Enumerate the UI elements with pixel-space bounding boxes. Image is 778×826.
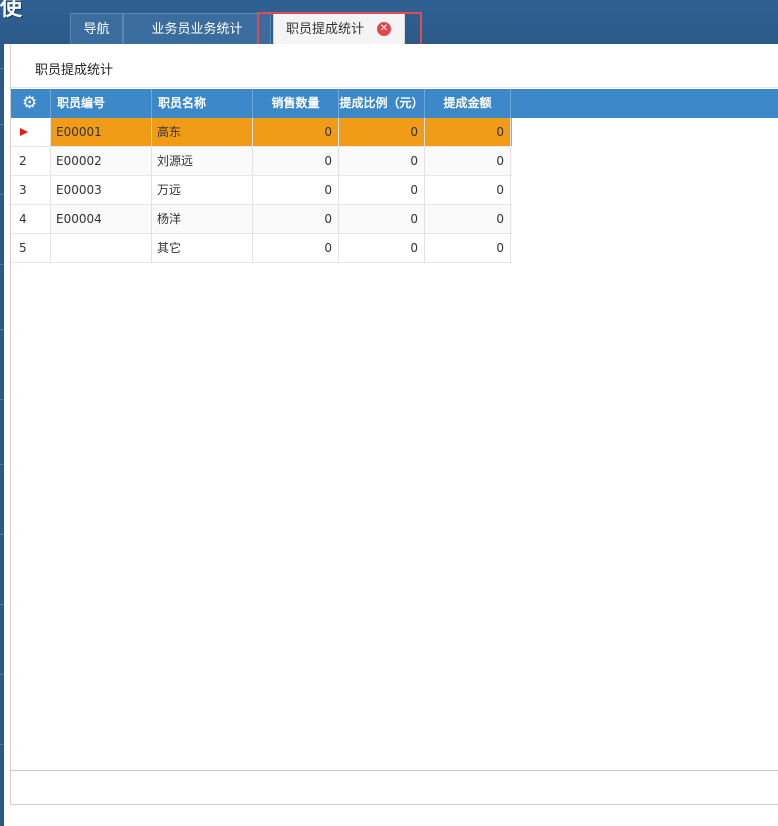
close-icon[interactable]: ✕ — [377, 22, 391, 36]
cell-amount[interactable]: 0 — [425, 118, 511, 146]
cell-amount[interactable]: 0 — [425, 234, 511, 262]
col-header-qty[interactable]: 销售数量 — [253, 89, 339, 118]
cell-qty[interactable]: 0 — [253, 176, 339, 204]
content-area: 职员提成统计 ⚙ 职员编号 职员名称 销售数量 提成比例（元） 提成金额 E00… — [4, 44, 778, 826]
cell-name[interactable]: 杨洋 — [152, 205, 253, 233]
current-row-arrow-icon — [20, 128, 28, 136]
cell-ratio[interactable]: 0 — [339, 205, 425, 233]
cell-qty[interactable]: 0 — [253, 118, 339, 146]
cell-ratio[interactable]: 0 — [339, 176, 425, 204]
col-header-ratio[interactable]: 提成比例（元） — [339, 89, 425, 118]
cell-code[interactable]: E00002 — [51, 147, 152, 175]
col-header-code[interactable]: 职员编号 — [51, 89, 152, 118]
cell-amount[interactable]: 0 — [425, 147, 511, 175]
cell-qty[interactable]: 0 — [253, 234, 339, 262]
cell-code[interactable] — [51, 234, 152, 262]
cell-code[interactable]: E00003 — [51, 176, 152, 204]
table-row[interactable]: 5 其它 0 0 0 — [11, 234, 512, 263]
cell-name[interactable]: 其它 — [152, 234, 253, 262]
cell-ratio[interactable]: 0 — [339, 118, 425, 146]
tab-salesperson-stats[interactable]: 业务员业务统计 — [123, 13, 271, 44]
cell-code[interactable]: E00001 — [51, 118, 152, 146]
cell-amount[interactable]: 0 — [425, 205, 511, 233]
table-row[interactable]: 2 E00002 刘源远 0 0 0 — [11, 147, 512, 176]
col-header-name[interactable]: 职员名称 — [152, 89, 253, 118]
status-bar-divider — [10, 770, 778, 771]
table-row[interactable]: E00001 高东 0 0 0 — [11, 118, 512, 147]
row-number: 5 — [11, 234, 51, 262]
cell-ratio[interactable]: 0 — [339, 147, 425, 175]
tab-label: 业务员业务统计 — [151, 22, 243, 37]
tab-staff-commission-stats[interactable]: 职员提成统计 ✕ — [273, 13, 405, 44]
row-indicator — [11, 118, 51, 146]
gear-icon[interactable]: ⚙ — [22, 95, 39, 112]
table-row[interactable]: 4 E00004 杨洋 0 0 0 — [11, 205, 512, 234]
app-logo: 使 — [0, 0, 22, 21]
tab-label: 职员提成统计 — [286, 22, 365, 37]
grid-header: ⚙ 职员编号 职员名称 销售数量 提成比例（元） 提成金额 — [11, 89, 778, 118]
row-number: 3 — [11, 176, 51, 204]
cell-amount[interactable]: 0 — [425, 176, 511, 204]
divider — [11, 87, 778, 88]
cell-ratio[interactable]: 0 — [339, 234, 425, 262]
row-number: 4 — [11, 205, 51, 233]
cell-name[interactable]: 刘源远 — [152, 147, 253, 175]
col-header-amount[interactable]: 提成金额 — [425, 89, 511, 118]
tab-navigation[interactable]: 导航 — [70, 13, 123, 44]
commission-panel: 职员提成统计 ⚙ 职员编号 职员名称 销售数量 提成比例（元） 提成金额 E00… — [10, 44, 778, 805]
cell-qty[interactable]: 0 — [253, 147, 339, 175]
tab-label: 导航 — [83, 22, 110, 37]
panel-title: 职员提成统计 — [35, 63, 114, 78]
grid-settings[interactable]: ⚙ — [11, 89, 51, 118]
cell-name[interactable]: 万远 — [152, 176, 253, 204]
cell-qty[interactable]: 0 — [253, 205, 339, 233]
cell-name[interactable]: 高东 — [152, 118, 253, 146]
row-number: 2 — [11, 147, 51, 175]
table-row[interactable]: 3 E00003 万远 0 0 0 — [11, 176, 512, 205]
cell-code[interactable]: E00004 — [51, 205, 152, 233]
